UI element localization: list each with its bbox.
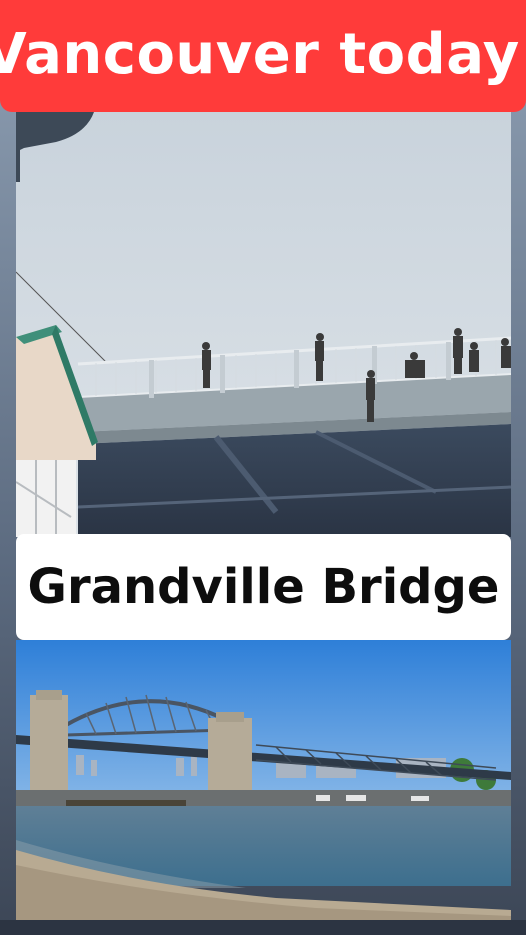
- title-banner: Vancouver today:: [0, 0, 526, 112]
- page-title: Vancouver today:: [0, 21, 526, 87]
- bridge-deck-photo: [16, 112, 511, 537]
- caption-label: Grandville Bridge: [16, 534, 511, 640]
- bottom-strip: [0, 920, 526, 935]
- bridge-landscape-photo: [16, 640, 511, 920]
- caption-text: Grandville Bridge: [27, 559, 500, 615]
